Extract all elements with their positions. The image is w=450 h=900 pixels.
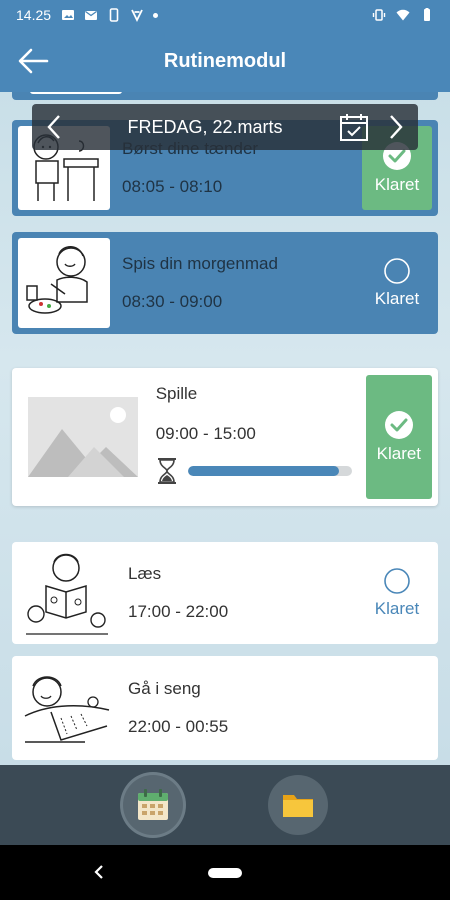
routine-name: Læs [128,564,162,583]
nav-folder-button[interactable] [267,775,328,835]
routine-info: Spis din morgenmad 08:30 - 09:00 [116,232,356,334]
routine-info: Gå i seng 22:00 - 00:55 [122,656,438,760]
system-home-pill[interactable] [208,868,242,878]
routine-card-bedtime[interactable]: Gå i seng 22:00 - 00:55 [12,656,438,760]
status-bar: 14.25 [0,0,450,30]
progress-row [156,458,352,484]
calendar-check-icon [340,114,368,141]
calendar-icon [137,789,168,820]
calendar-button[interactable] [334,104,374,150]
phone-icon [109,8,119,22]
routine-time: 22:00 - 00:55 [128,717,229,736]
status-icons-right [372,8,434,22]
bedtime-illustration [24,676,110,743]
folder-icon [282,795,313,817]
dot-icon [153,12,159,18]
bottom-nav [0,765,450,845]
routine-thumbnail [18,662,116,754]
hourglass-icon [157,458,176,484]
list-item [12,92,438,100]
back-button[interactable] [14,42,52,80]
done-label: Klaret [376,444,422,463]
time-progress-bar [187,466,352,476]
routine-name: Spis din morgenmad [122,254,278,273]
done-label: Klaret [374,289,420,308]
battery-icon [424,8,430,21]
nav-calendar-button[interactable] [122,775,183,835]
routine-info: Spille 09:00 - 15:00 [148,368,360,506]
routine-card-breakfast[interactable]: Spis din morgenmad 08:30 - 09:00 Klaret [12,232,438,334]
routine-time: 09:00 - 15:00 [155,424,256,443]
chevron-right-icon [390,115,403,139]
routine-info: Læs 17:00 - 22:00 [122,542,356,644]
done-toggle[interactable]: Klaret [362,238,432,328]
done-label: Klaret [374,599,420,618]
page-title: Rutinemodul [163,49,287,72]
date-navigator: FREDAG, 22.marts [32,104,418,150]
routine-card-read[interactable]: Læs 17:00 - 22:00 Klaret [12,542,438,644]
done-label: Klaret [374,175,420,194]
app-icon [131,9,143,22]
empty-circle-icon [384,258,410,284]
image-placeholder-icon [27,397,138,477]
routine-thumbnail [18,238,110,328]
routine-name: Spille [155,384,198,403]
current-date: FREDAG, 22.marts [127,116,283,137]
routine-list[interactable]: Børst dine tænder 08:05 - 08:10 Klaret F… [0,92,450,765]
mail-icon [85,10,98,20]
arrow-left-icon [18,48,49,74]
routine-name: Gå i seng [128,679,201,698]
breakfast-illustration [26,246,88,314]
routine-thumbnail [18,548,116,638]
done-toggle[interactable]: Klaret [365,375,432,499]
reading-illustration [26,553,108,635]
prev-day-button[interactable] [32,104,76,150]
done-toggle[interactable]: Klaret [362,548,432,638]
app-bar: Rutinemodul [0,30,450,92]
check-circle-icon [384,411,413,439]
chevron-left-icon [47,115,60,139]
wifi-icon [396,9,410,21]
progress-fill [187,466,339,476]
status-icons-left [61,8,159,22]
routine-time: 08:30 - 09:00 [122,292,223,311]
system-nav-bar [0,845,450,900]
routine-time: 08:05 - 08:10 [122,177,223,196]
routine-card-play[interactable]: Spille 09:00 - 15:00 Klaret [12,368,438,506]
routine-thumbnail [30,92,122,94]
system-back-icon[interactable] [88,861,110,883]
vibrate-icon [372,9,386,21]
status-time: 14.25 [16,7,52,23]
routine-time: 17:00 - 22:00 [128,602,229,621]
next-day-button[interactable] [374,104,418,150]
routine-thumbnail [26,386,140,488]
photo-icon [62,10,75,20]
empty-circle-icon [384,568,410,594]
